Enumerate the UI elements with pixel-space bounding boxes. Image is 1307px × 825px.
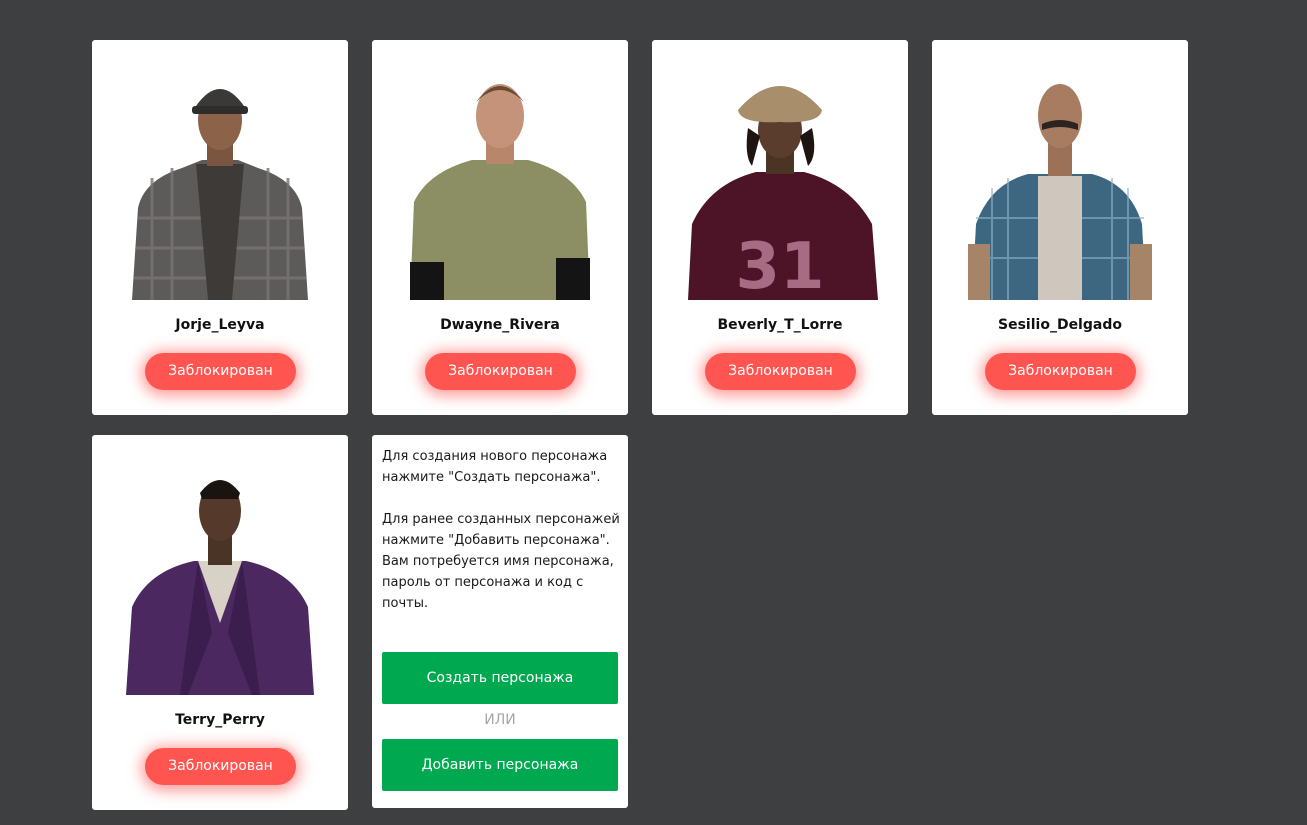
character-portrait: 31: [652, 68, 908, 300]
blocked-status-button[interactable]: Заблокирован: [145, 353, 296, 390]
character-card[interactable]: Terry_Perry Заблокирован: [92, 435, 348, 810]
character-portrait: [932, 68, 1188, 300]
blocked-status-button[interactable]: Заблокирован: [705, 353, 856, 390]
svg-text:31: 31: [735, 230, 824, 300]
instructions-text: Для создания нового персонажа нажмите "С…: [382, 449, 620, 611]
character-name: Sesilio_Delgado: [998, 317, 1122, 333]
blocked-status-button[interactable]: Заблокирован: [985, 353, 1136, 390]
create-character-button[interactable]: Создать персонажа: [382, 652, 618, 704]
character-card[interactable]: 31 Beverly_T_Lorre Заблокирован: [652, 40, 908, 415]
blocked-status-button[interactable]: Заблокирован: [145, 748, 296, 785]
character-name: Terry_Perry: [175, 712, 265, 728]
character-name: Jorje_Leyva: [175, 317, 265, 333]
blocked-status-button[interactable]: Заблокирован: [425, 353, 576, 390]
character-portrait: [372, 68, 628, 300]
add-character-button[interactable]: Добавить персонажа: [382, 739, 618, 791]
character-name: Dwayne_Rivera: [440, 317, 560, 333]
or-separator: ИЛИ: [484, 712, 516, 728]
character-portrait: [92, 463, 348, 695]
character-card[interactable]: Jorje_Leyva Заблокирован: [92, 40, 348, 415]
create-character-panel: Для создания нового персонажа нажмите "С…: [372, 435, 628, 808]
character-portrait: [92, 68, 348, 300]
character-name: Beverly_T_Lorre: [717, 317, 843, 333]
character-card[interactable]: Sesilio_Delgado Заблокирован: [932, 40, 1188, 415]
character-card[interactable]: Dwayne_Rivera Заблокирован: [372, 40, 628, 415]
